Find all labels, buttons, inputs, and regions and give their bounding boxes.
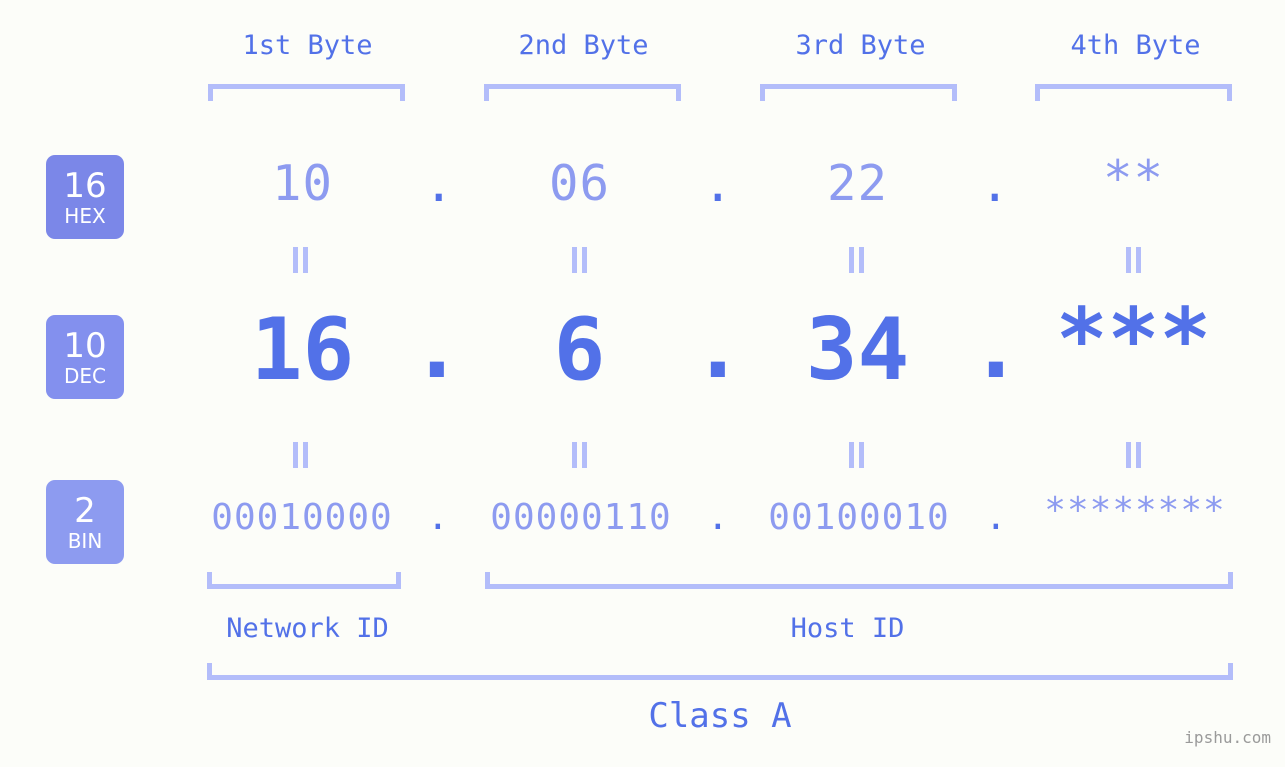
byte-bracket-2: [484, 84, 681, 101]
radix-badge-bin-number: 2: [74, 490, 96, 531]
class-bracket: [207, 663, 1233, 680]
radix-badge-hex: 16 HEX: [46, 155, 124, 239]
bin-separator-2: .: [707, 497, 729, 538]
bin-byte-2: 00000110: [490, 497, 672, 538]
equality-connector-hex-dec-2: [572, 247, 589, 273]
bin-byte-1: 00010000: [211, 497, 393, 538]
dec-byte-1: 16: [250, 300, 355, 400]
hex-byte-4: **: [1102, 150, 1164, 207]
byte-header-3: 3rd Byte: [795, 30, 926, 61]
dec-separator-1: .: [411, 298, 463, 398]
equality-connector-hex-dec-1: [293, 247, 310, 273]
hex-byte-1: 10: [271, 155, 333, 212]
host-id-bracket: [485, 572, 1233, 589]
dec-byte-3: 34: [805, 300, 910, 400]
byte-header-4: 4th Byte: [1070, 30, 1201, 61]
dec-byte-4: ***: [1055, 290, 1212, 390]
dec-separator-2: .: [692, 298, 744, 398]
bin-byte-4: ********: [1044, 490, 1226, 531]
byte-header-1: 1st Byte: [242, 30, 373, 61]
equality-connector-dec-bin-4: [1126, 442, 1143, 468]
network-id-label: Network ID: [226, 613, 389, 644]
radix-badge-bin-name: BIN: [67, 528, 103, 553]
bin-byte-3: 00100010: [768, 497, 950, 538]
hex-separator-1: .: [424, 156, 454, 213]
equality-connector-hex-dec-4: [1126, 247, 1143, 273]
byte-bracket-4: [1035, 84, 1232, 101]
radix-badge-bin: 2 BIN: [46, 480, 124, 564]
radix-badge-dec-number: 10: [63, 325, 107, 366]
ip-address-breakdown-diagram: 1st Byte 2nd Byte 3rd Byte 4th Byte 16 H…: [0, 0, 1285, 767]
hex-separator-2: .: [703, 156, 733, 213]
hex-separator-3: .: [980, 156, 1010, 213]
site-watermark: ipshu.com: [1184, 728, 1271, 747]
equality-connector-hex-dec-3: [849, 247, 866, 273]
equality-connector-dec-bin-3: [849, 442, 866, 468]
class-label: Class A: [648, 696, 792, 736]
byte-header-2: 2nd Byte: [518, 30, 649, 61]
hex-byte-2: 06: [548, 155, 610, 212]
radix-badge-dec-name: DEC: [63, 363, 106, 388]
byte-bracket-3: [760, 84, 957, 101]
network-id-bracket: [207, 572, 401, 589]
hex-byte-3: 22: [826, 155, 888, 212]
dec-byte-2: 6: [553, 300, 606, 400]
bin-separator-3: .: [985, 497, 1007, 538]
host-id-label: Host ID: [790, 613, 905, 644]
radix-badge-hex-number: 16: [63, 165, 107, 206]
bin-separator-1: .: [427, 497, 449, 538]
dec-separator-3: .: [970, 298, 1022, 398]
radix-badge-dec: 10 DEC: [46, 315, 124, 399]
byte-bracket-1: [208, 84, 405, 101]
radix-badge-hex-name: HEX: [64, 203, 106, 228]
equality-connector-dec-bin-1: [293, 442, 310, 468]
equality-connector-dec-bin-2: [572, 442, 589, 468]
